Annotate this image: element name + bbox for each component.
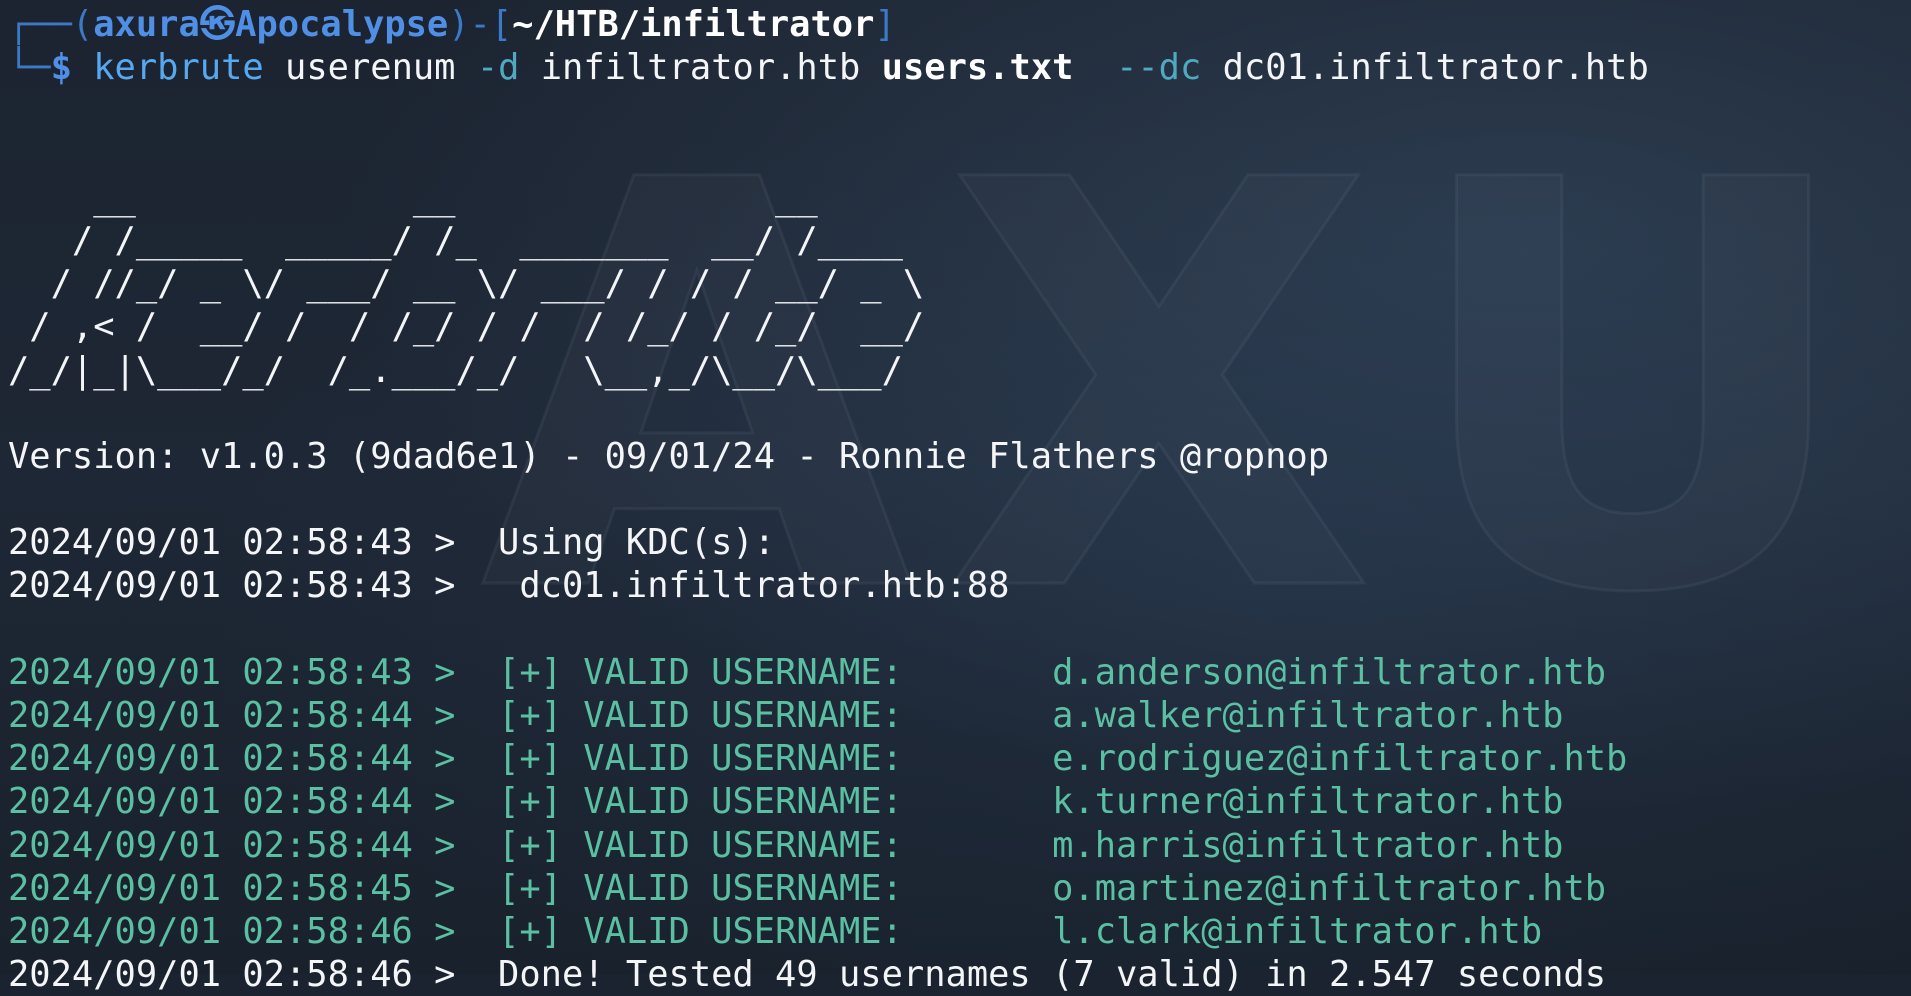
result-label: [+] VALID USERNAME: — [498, 695, 903, 736]
prompt-frame-left: ┌──( — [8, 4, 94, 45]
prompt-frame-right: ] — [874, 4, 896, 45]
prompt-separator-icon: ㉿ — [199, 4, 236, 45]
result-label: [+] VALID USERNAME: — [498, 910, 903, 952]
result-timestamp: 2024/09/01 02:58:44 — [8, 781, 413, 823]
ascii-banner-line: __ __ __ — [8, 176, 925, 218]
ascii-banner-line: / ,< / __/ / / /_/ / / / /_/ / /_/ __/ — [8, 306, 925, 348]
valid-username-line: 2024/09/01 02:58:43 > [+] VALID USERNAME… — [8, 651, 1607, 693]
valid-username-line: 2024/09/01 02:58:45 > [+] VALID USERNAME… — [8, 867, 1607, 909]
result-username: l.clark@infiltrator.htb — [1052, 910, 1543, 952]
result-username: o.martinez@infiltrator.htb — [1052, 867, 1607, 909]
prompt-working-directory: ~/HTB/infiltrator — [512, 4, 875, 45]
result-username: a.walker@infiltrator.htb — [1052, 695, 1564, 736]
done-summary-line: 2024/09/01 02:58:46 > Done! Tested 49 us… — [8, 954, 1607, 996]
ascii-banner-line: / /_____ _____/ /_ _______ __/ /____ — [8, 219, 925, 261]
result-timestamp: 2024/09/01 02:58:44 — [8, 824, 413, 866]
result-label: [+] VALID USERNAME: — [498, 867, 903, 909]
valid-username-line: 2024/09/01 02:58:44 > [+] VALID USERNAME… — [8, 738, 1628, 780]
ascii-banner-line: /_/|_|\___/_/ /_.___/_/ \__,_/\__/\___/ — [8, 349, 925, 391]
result-timestamp: 2024/09/01 02:58:46 — [8, 910, 413, 952]
result-username: m.harris@infiltrator.htb — [1052, 824, 1564, 866]
kdc-line: 2024/09/01 02:58:43 > Using KDC(s): — [8, 522, 776, 564]
command-userlist-arg: users.txt — [881, 47, 1074, 89]
command-line[interactable]: └─$ kerbrute userenum -d infiltrator.htb… — [8, 46, 1649, 89]
result-label: [+] VALID USERNAME: — [498, 824, 903, 866]
command-flag-domain: -d — [476, 47, 520, 89]
prompt-hostname: Apocalypse — [235, 4, 449, 45]
command-flag-dc: --dc — [1116, 47, 1202, 89]
valid-username-line: 2024/09/01 02:58:46 > [+] VALID USERNAME… — [8, 910, 1543, 952]
valid-username-line: 2024/09/01 02:58:44 > [+] VALID USERNAME… — [8, 824, 1564, 866]
prompt-header-line: ┌──(axura㉿Apocalypse)-[~/HTB/infiltrator… — [8, 3, 1649, 46]
result-timestamp: 2024/09/01 02:58:45 — [8, 867, 413, 909]
prompt-dollar: $ — [50, 47, 72, 89]
terminal-output[interactable]: ┌──(axura㉿Apocalypse)-[~/HTB/infiltrator… — [8, 3, 1649, 996]
result-username: e.rodriguez@infiltrator.htb — [1052, 738, 1628, 780]
ascii-banner-line: / //_/ _ \/ ___/ __ \/ ___/ / / / __/ _ … — [8, 263, 925, 305]
result-label: [+] VALID USERNAME: — [498, 738, 903, 780]
prompt-username: axura — [93, 4, 200, 45]
prompt-corner: └─ — [8, 47, 51, 89]
version-line: Version: v1.0.3 (9dad6e1) - 09/01/24 - R… — [8, 435, 1330, 477]
result-timestamp: 2024/09/01 02:58:44 — [8, 695, 413, 736]
result-label: [+] VALID USERNAME: — [498, 651, 903, 693]
command-subcommand: userenum — [285, 47, 456, 89]
valid-username-line: 2024/09/01 02:58:44 > [+] VALID USERNAME… — [8, 781, 1564, 823]
command-dc-arg: dc01.infiltrator.htb — [1222, 47, 1649, 89]
kdc-line: 2024/09/01 02:58:43 > dc01.infiltrator.h… — [8, 565, 1010, 607]
result-timestamp: 2024/09/01 02:58:44 — [8, 738, 413, 780]
command-name: kerbrute — [93, 47, 264, 89]
result-timestamp: 2024/09/01 02:58:43 — [8, 651, 413, 693]
result-label: [+] VALID USERNAME: — [498, 781, 903, 823]
valid-username-line: 2024/09/01 02:58:44 > [+] VALID USERNAME… — [8, 695, 1564, 736]
result-username: k.turner@infiltrator.htb — [1052, 781, 1564, 823]
result-username: d.anderson@infiltrator.htb — [1052, 651, 1607, 693]
prompt-frame-mid: )-[ — [448, 4, 513, 45]
command-domain-arg: infiltrator.htb — [540, 47, 861, 89]
